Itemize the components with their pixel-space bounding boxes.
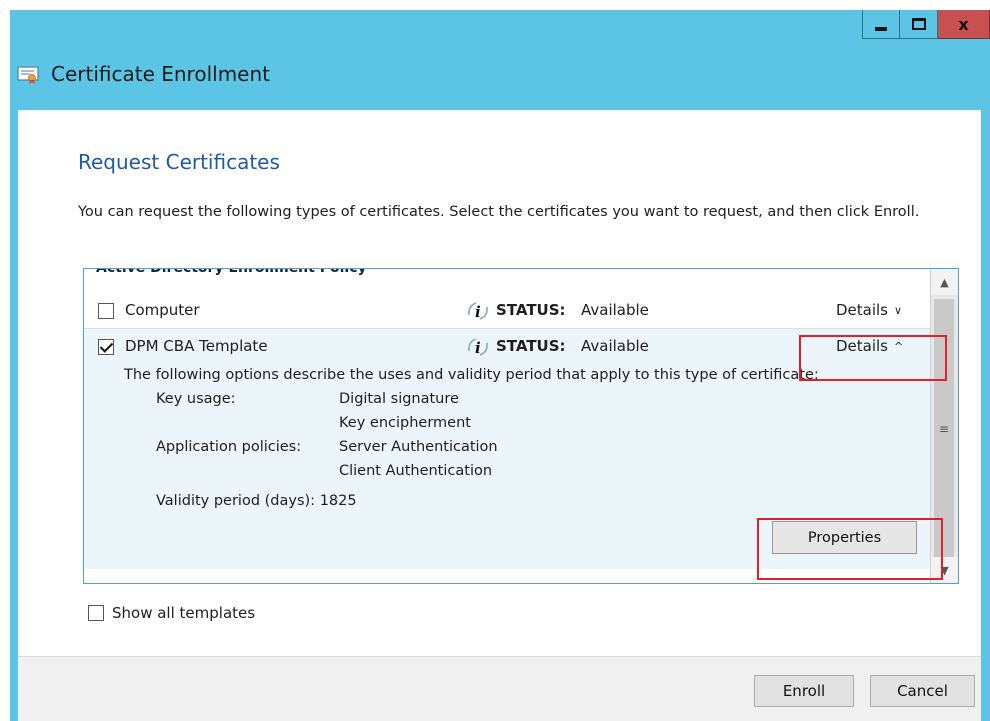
- title-bar[interactable]: x Certificate Enrollment: [10, 10, 990, 110]
- svg-text:i: i: [475, 303, 481, 321]
- policy-header: Active Directory Enrollment Policy: [96, 268, 367, 276]
- detail-description: The following options describe the uses …: [124, 367, 819, 383]
- show-all-templates[interactable]: Show all templates: [88, 604, 255, 622]
- validity-period-value: 1825: [319, 493, 357, 509]
- status-label: STATUS:: [496, 301, 566, 319]
- certificate-icon: [17, 66, 39, 84]
- maximize-button[interactable]: [900, 10, 938, 39]
- info-icon: i: [466, 336, 490, 358]
- properties-highlight-annotation: [757, 518, 943, 580]
- page-title: Request Certificates: [78, 150, 280, 174]
- show-all-templates-checkbox[interactable]: [88, 605, 104, 621]
- application-policy-value: Server Authentication: [339, 439, 498, 455]
- validity-period: Validity period (days): 1825: [156, 493, 357, 509]
- details-toggle-computer[interactable]: Details ∨: [836, 301, 902, 319]
- minimize-icon: [875, 27, 887, 31]
- details-highlight-annotation: [799, 335, 947, 381]
- certificate-name: Computer: [125, 301, 200, 319]
- status-label: STATUS:: [496, 337, 566, 355]
- window-controls: x: [862, 10, 990, 40]
- close-icon: x: [958, 14, 969, 34]
- enroll-button[interactable]: Enroll: [754, 675, 854, 707]
- status-value: Available: [581, 337, 649, 355]
- page-description: You can request the following types of c…: [78, 204, 920, 220]
- key-usage-value: Key encipherment: [339, 415, 471, 431]
- application-policies-label: Application policies:: [156, 439, 302, 455]
- window-title: Certificate Enrollment: [51, 62, 270, 86]
- info-icon: i: [466, 300, 490, 322]
- dialog-footer: Enroll Cancel: [18, 656, 981, 721]
- certificate-name: DPM CBA Template: [125, 337, 268, 355]
- close-button[interactable]: x: [938, 10, 990, 39]
- computer-checkbox[interactable]: [98, 303, 114, 319]
- svg-text:i: i: [475, 339, 481, 357]
- application-policy-value: Client Authentication: [339, 463, 493, 479]
- show-all-templates-label: Show all templates: [112, 604, 256, 622]
- chevron-down-icon: ∨: [894, 303, 903, 317]
- certificate-item-computer[interactable]: Computer i STATUS: Available Details ∨: [84, 295, 930, 329]
- key-usage-label: Key usage:: [156, 391, 236, 407]
- validity-period-label: Validity period (days):: [156, 493, 316, 509]
- key-usage-value: Digital signature: [339, 391, 459, 407]
- minimize-button[interactable]: [862, 10, 900, 39]
- scroll-up-arrow-icon[interactable]: ▲: [931, 269, 958, 295]
- cancel-button[interactable]: Cancel: [870, 675, 975, 707]
- maximize-icon: [911, 18, 926, 30]
- details-label: Details: [836, 301, 889, 319]
- dpm-cba-template-checkbox[interactable]: [98, 339, 114, 355]
- status-value: Available: [581, 301, 649, 319]
